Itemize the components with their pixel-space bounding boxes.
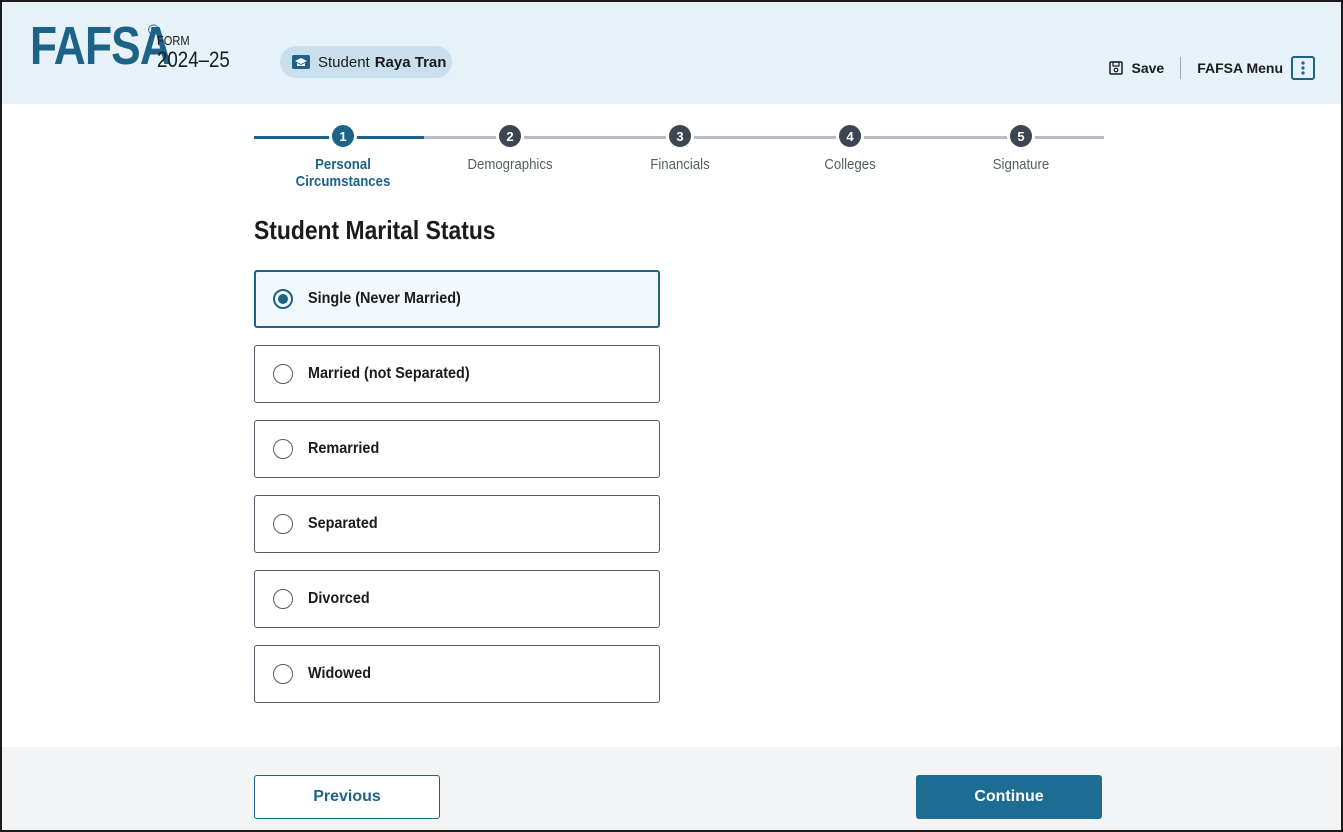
option-divorced[interactable]: Divorced	[254, 570, 660, 628]
option-label: Divorced	[308, 590, 370, 607]
form-year-block: FORM 2024–25	[157, 34, 243, 72]
step-personal-circumstances: 1 Personal Circumstances	[258, 122, 428, 190]
form-label: FORM	[157, 33, 190, 48]
option-label: Widowed	[308, 665, 372, 682]
option-married[interactable]: Married (not Separated)	[254, 345, 660, 403]
step-label: Financials	[650, 156, 710, 173]
radio-icon[interactable]	[273, 589, 293, 609]
radio-icon[interactable]	[273, 439, 293, 459]
continue-button[interactable]: Continue	[916, 775, 1102, 819]
option-widowed[interactable]: Widowed	[254, 645, 660, 703]
app-header: FAFSA ® FORM 2024–25 Student Raya Tran S…	[2, 2, 1341, 104]
step-signature: 5 Signature	[936, 122, 1106, 173]
student-badge: Student Raya Tran	[280, 46, 452, 78]
student-prefix: Student	[318, 53, 370, 71]
step-number: 4	[836, 122, 864, 150]
progress-stepper: 1 Personal Circumstances 2 Demographics …	[254, 122, 1106, 190]
graduation-cap-icon	[292, 55, 310, 69]
step-number: 1	[329, 122, 357, 150]
option-label: Single (Never Married)	[308, 290, 461, 307]
header-actions: Save FAFSA Menu	[1109, 56, 1315, 80]
page-frame: FAFSA ® FORM 2024–25 Student Raya Tran S…	[0, 0, 1343, 832]
kebab-menu-icon	[1291, 56, 1315, 80]
step-label: Demographics	[467, 156, 553, 173]
form-year: 2024–25	[157, 47, 230, 72]
radio-icon[interactable]	[273, 664, 293, 684]
option-single[interactable]: Single (Never Married)	[254, 270, 660, 328]
option-label: Remarried	[308, 440, 380, 457]
radio-selected-icon[interactable]	[273, 289, 293, 309]
option-label: Separated	[308, 515, 378, 532]
step-label: Colleges	[824, 156, 876, 173]
marital-status-radio-group: Single (Never Married) Married (not Sepa…	[254, 270, 660, 720]
step-label: Personal Circumstances	[295, 156, 391, 190]
radio-icon[interactable]	[273, 514, 293, 534]
step-colleges: 4 Colleges	[765, 122, 935, 173]
save-label: Save	[1131, 60, 1165, 76]
step-demographics: 2 Demographics	[425, 122, 595, 173]
step-financials: 3 Financials	[595, 122, 765, 173]
menu-label: FAFSA Menu	[1197, 60, 1283, 76]
student-name: Raya Tran	[374, 53, 447, 71]
step-number: 2	[496, 122, 524, 150]
footer-bar	[2, 747, 1341, 830]
option-separated[interactable]: Separated	[254, 495, 660, 553]
page-title: Student Marital Status	[254, 215, 496, 245]
step-label: Signature	[992, 156, 1050, 173]
save-button[interactable]: Save	[1109, 57, 1182, 79]
option-label: Married (not Separated)	[308, 365, 470, 382]
step-number: 3	[666, 122, 694, 150]
fafsa-logo[interactable]: FAFSA ®	[30, 16, 172, 76]
step-number: 5	[1007, 122, 1035, 150]
radio-icon[interactable]	[273, 364, 293, 384]
logo-text: FAFSA	[30, 16, 172, 76]
option-remarried[interactable]: Remarried	[254, 420, 660, 478]
save-icon	[1109, 61, 1124, 75]
previous-button[interactable]: Previous	[254, 775, 440, 819]
fafsa-menu-button[interactable]: FAFSA Menu	[1181, 56, 1315, 80]
